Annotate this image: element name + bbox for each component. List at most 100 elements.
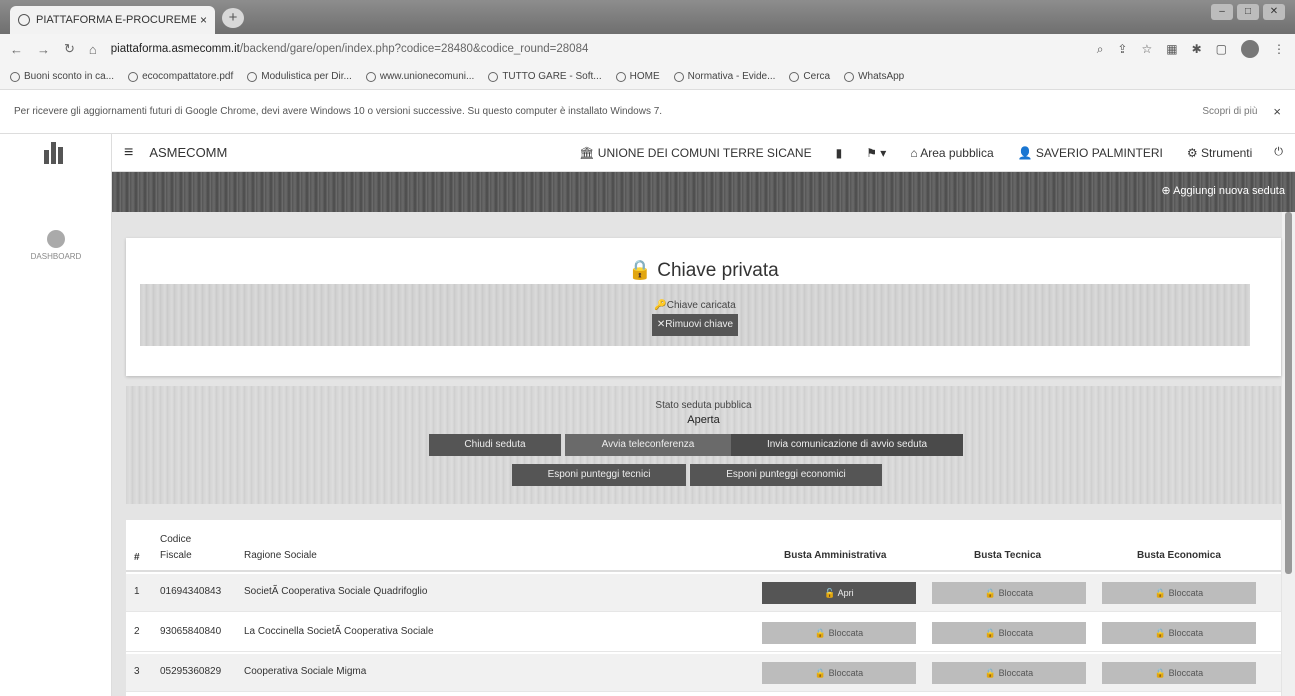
col-cf-line2: Fiscale <box>160 550 192 561</box>
url-field[interactable]: piattaforma.asmecomm.it/backend/gare/ope… <box>111 43 1083 55</box>
google-icon <box>789 71 800 82</box>
bookmark-item[interactable]: HOME <box>615 71 660 82</box>
locked-envelope-button[interactable]: 🔒 Bloccata <box>932 662 1086 684</box>
zoom-icon[interactable]: ⌕ <box>1097 42 1104 57</box>
col-num: # <box>134 552 140 563</box>
session-status-label: Stato seduta pubblica <box>655 400 752 411</box>
bookmark-item[interactable]: ecocompattatore.pdf <box>128 71 233 82</box>
extension-icon[interactable]: ▦ <box>1166 42 1177 56</box>
chrome-update-infobar: Per ricevere gli aggiornamenti futuri di… <box>0 90 1295 134</box>
private-key-title: 🔒 Chiave privata <box>628 260 779 281</box>
table-row: 2 93065840840 La Coccinella SocietÃ Coop… <box>126 614 1281 652</box>
home-icon[interactable]: ⌂ <box>89 42 97 57</box>
browser-tab[interactable]: PIATTAFORMA E-PROCUREMENT × <box>10 6 215 34</box>
table-row: 1 01694340843 SocietÃ Cooperativa Social… <box>126 574 1281 612</box>
globe-icon <box>128 71 139 82</box>
locked-envelope-button[interactable]: 🔒 Bloccata <box>762 622 916 644</box>
bookmark-item[interactable]: Modulistica per Dir... <box>247 71 352 82</box>
col-amministrativa: Busta Amministrativa <box>784 550 887 561</box>
col-ragione: Ragione Sociale <box>244 550 317 561</box>
key-status: 🔑Chiave caricata <box>654 300 736 311</box>
show-technical-scores-button[interactable]: Esponi punteggi tecnici <box>512 464 686 486</box>
page-scrollbar[interactable] <box>1282 212 1295 696</box>
url-host: piattaforma.asmecomm.it <box>110 43 240 55</box>
forward-icon[interactable]: → <box>37 42 50 57</box>
bookmark-item[interactable]: TUTTO GARE - Soft... <box>488 71 602 82</box>
tab-close-icon[interactable]: × <box>200 13 207 27</box>
learn-more-link[interactable]: Scopri di più <box>1202 106 1257 117</box>
bookmark-item[interactable]: WhatsApp <box>844 71 904 82</box>
infobar-close-icon[interactable]: × <box>1273 104 1281 119</box>
show-economic-scores-button[interactable]: Esponi punteggi economici <box>690 464 882 486</box>
tab-title: PIATTAFORMA E-PROCUREMENT <box>36 14 196 26</box>
infobar-message: Per ricevere gli aggiornamenti futuri di… <box>14 106 663 117</box>
logout-icon[interactable]: ⏻ <box>1274 146 1283 159</box>
key-status-box: 🔑Chiave caricata ✕Rimuovi chiave <box>140 284 1250 346</box>
remove-key-button[interactable]: ✕Rimuovi chiave <box>652 314 738 336</box>
es-icon <box>247 71 258 82</box>
col-cf-line1: Codice <box>160 534 192 545</box>
locked-envelope-button[interactable]: 🔒 Bloccata <box>1102 662 1256 684</box>
table-row: 3 05295360829 Cooperativa Sociale Migma … <box>126 654 1281 692</box>
bookmark-item[interactable]: Normativa - Evide... <box>673 71 775 82</box>
bookmark-item[interactable]: Cerca <box>789 71 830 82</box>
private-key-card: 🔒 Chiave privata 🔑Chiave caricata ✕Rimuo… <box>126 238 1281 376</box>
bookmarks-bar: Buoni sconto in ca... ecocompattatore.pd… <box>0 64 1295 90</box>
new-tab-button[interactable]: + <box>222 8 244 28</box>
add-session-button[interactable]: ⊕ Aggiungi nuova seduta <box>1161 184 1285 197</box>
reload-icon[interactable]: ↻ <box>64 41 75 57</box>
globe-icon <box>10 71 20 82</box>
page-banner: ⊕ Aggiungi nuova seduta <box>112 172 1295 212</box>
pen-icon <box>673 71 684 82</box>
send-session-notice-button[interactable]: Invia comunicazione di avvio seduta <box>731 434 963 456</box>
start-teleconference-button[interactable]: Avvia teleconferenza <box>565 434 731 456</box>
minimize-icon[interactable]: – <box>1211 4 1233 20</box>
locked-envelope-button[interactable]: 🔒 Bloccata <box>932 582 1086 604</box>
globe-icon <box>615 71 626 82</box>
url-path: /backend/gare/open/index.php?codice=2848… <box>239 43 589 55</box>
site-favicon-icon <box>18 14 30 26</box>
bookmark-star-icon[interactable]: ☆ <box>1141 42 1152 56</box>
sidepanel-icon[interactable]: ▢ <box>1216 42 1227 56</box>
table-header: # Codice Fiscale Ragione Sociale Busta A… <box>126 520 1281 572</box>
globe-icon <box>844 71 855 82</box>
locked-envelope-button[interactable]: 🔒 Bloccata <box>1102 582 1256 604</box>
globe-icon <box>365 71 376 82</box>
dashboard-label: DASHBOARD <box>30 252 82 261</box>
tools-menu[interactable]: ⚙ Strumenti <box>1187 146 1252 160</box>
sidebar-item-dashboard[interactable]: DASHBOARD <box>0 230 112 261</box>
locked-envelope-button[interactable]: 🔒 Bloccata <box>762 662 916 684</box>
app-topnav: ≡ ASMECOMM 🏛 UNIONE DEI COMUNI TERRE SIC… <box>112 134 1295 172</box>
browser-tab-bar: PIATTAFORMA E-PROCUREMENT × + – □ ✕ <box>0 0 1295 34</box>
public-area-link[interactable]: ⌂ Area pubblica <box>910 146 993 160</box>
close-window-icon[interactable]: ✕ <box>1263 4 1285 20</box>
dashboard-icon <box>47 230 65 248</box>
close-session-button[interactable]: Chiudi seduta <box>429 434 561 456</box>
menu-toggle-icon[interactable]: ≡ <box>124 144 133 162</box>
locked-envelope-button[interactable]: 🔒 Bloccata <box>1102 622 1256 644</box>
app-brand: ASMECOMM <box>149 145 228 160</box>
col-tecnica: Busta Tecnica <box>974 550 1042 561</box>
maximize-icon[interactable]: □ <box>1237 4 1259 20</box>
open-envelope-button[interactable]: 🔓 Apri <box>762 582 916 604</box>
locked-envelope-button[interactable]: 🔒 Bloccata <box>932 622 1086 644</box>
col-economica: Busta Economica <box>1137 550 1221 561</box>
calendar-icon[interactable]: ▮ <box>836 146 843 160</box>
window-controls: – □ ✕ <box>1211 4 1285 20</box>
bookmark-item[interactable]: www.unionecomuni... <box>365 71 474 82</box>
user-menu[interactable]: 👤 SAVERIO PALMINTERI <box>1018 146 1163 160</box>
app-logo[interactable] <box>44 142 66 164</box>
profile-avatar[interactable] <box>1241 40 1259 58</box>
puzzle-icon[interactable]: ✱ <box>1192 42 1202 56</box>
back-icon[interactable]: ← <box>10 42 23 57</box>
menu-dots-icon[interactable]: ⋮ <box>1273 42 1285 56</box>
language-flag-icon[interactable]: ⚑ ▾ <box>866 146 886 160</box>
share-icon[interactable]: ⇪ <box>1117 42 1127 56</box>
bidders-table: # Codice Fiscale Ragione Sociale Busta A… <box>126 520 1281 696</box>
bookmark-item[interactable]: Buoni sconto in ca... <box>10 71 114 82</box>
public-session-card: Stato seduta pubblica Aperta Chiudi sedu… <box>126 386 1281 504</box>
scrollbar-thumb[interactable] <box>1285 212 1292 574</box>
globe-icon <box>488 71 499 82</box>
session-status-value: Aperta <box>687 414 720 426</box>
ente-link[interactable]: 🏛 UNIONE DEI COMUNI TERRE SICANE <box>579 146 811 160</box>
